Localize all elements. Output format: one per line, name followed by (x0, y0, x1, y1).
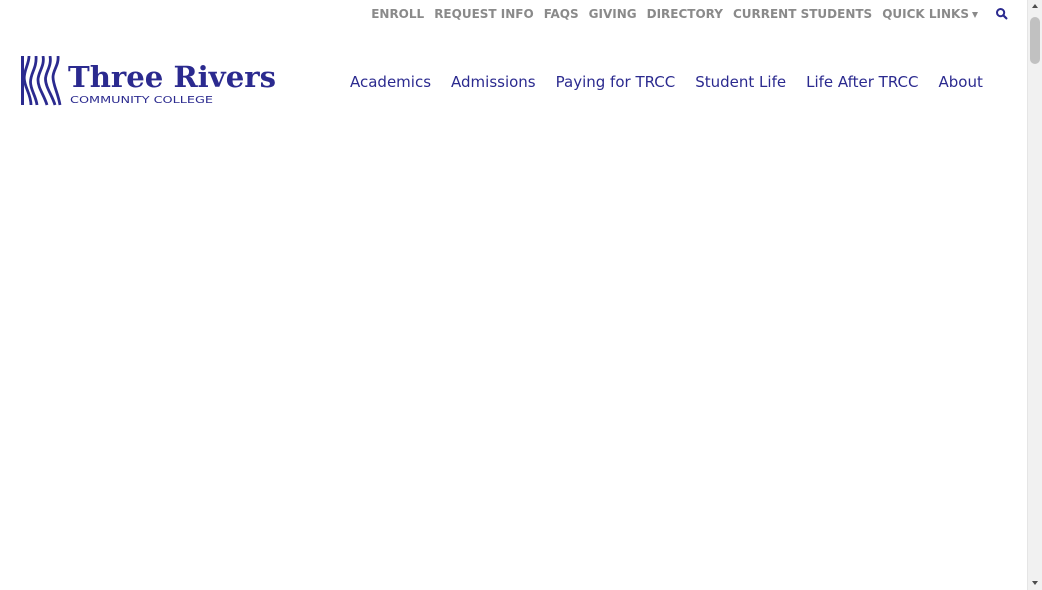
main-nav: Academics Admissions Paying for TRCC Stu… (350, 72, 983, 92)
rivers-mark-icon (21, 55, 62, 106)
vertical-scrollbar[interactable] (1027, 0, 1042, 590)
quick-links-dropdown[interactable]: QUICK LINKS (882, 7, 978, 21)
utility-link-faqs[interactable]: FAQS (544, 7, 579, 21)
three-rivers-logo: Three Rivers COMMUNITY COLLEGE (21, 55, 276, 106)
main-nav-academics[interactable]: Academics (350, 72, 431, 92)
main-nav-student-life[interactable]: Student Life (695, 72, 786, 92)
scroll-up-arrow-icon[interactable] (1028, 0, 1042, 14)
utility-link-request-info[interactable]: REQUEST INFO (434, 7, 534, 21)
page: ENROLL REQUEST INFO FAQS GIVING DIRECTOR… (0, 0, 1027, 590)
utility-link-current-students[interactable]: CURRENT STUDENTS (733, 7, 872, 21)
utility-link-directory[interactable]: DIRECTORY (647, 7, 723, 21)
search-icon (996, 8, 1008, 20)
main-nav-about[interactable]: About (938, 72, 982, 92)
main-nav-paying-for-trcc[interactable]: Paying for TRCC (556, 72, 676, 92)
main-nav-admissions[interactable]: Admissions (451, 72, 536, 92)
scroll-thumb[interactable] (1030, 17, 1040, 64)
utility-nav: ENROLL REQUEST INFO FAQS GIVING DIRECTOR… (371, 7, 978, 21)
quick-links-label: QUICK LINKS (882, 7, 969, 21)
browser-viewport: ENROLL REQUEST INFO FAQS GIVING DIRECTOR… (0, 0, 1042, 590)
main-nav-life-after-trcc[interactable]: Life After TRCC (806, 72, 918, 92)
utility-link-enroll[interactable]: ENROLL (371, 7, 424, 21)
search-button[interactable] (995, 6, 1009, 20)
brand-tagline: COMMUNITY COLLEGE (70, 95, 213, 106)
chevron-down-icon (972, 11, 978, 18)
scroll-down-arrow-icon[interactable] (1028, 576, 1042, 590)
brand-name: Three Rivers (68, 60, 276, 94)
logo-link[interactable]: Three Rivers COMMUNITY COLLEGE (21, 55, 277, 106)
utility-link-giving[interactable]: GIVING (589, 7, 637, 21)
